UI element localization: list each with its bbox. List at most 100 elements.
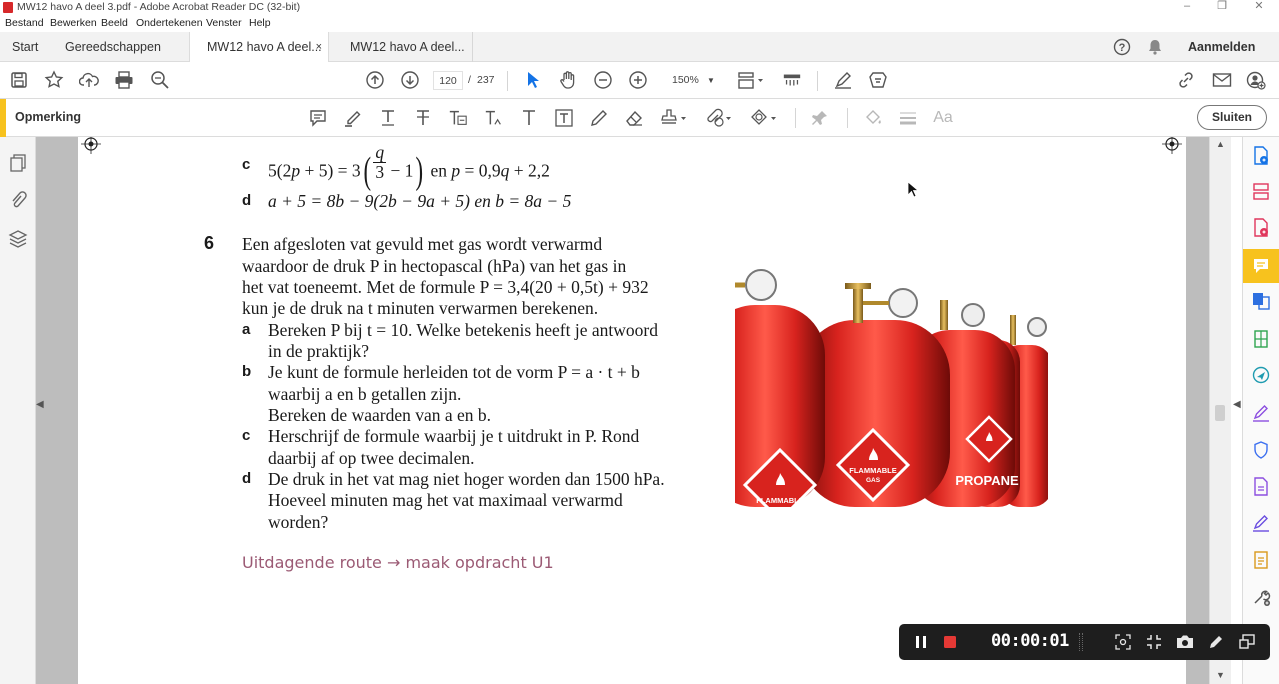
maximize-button[interactable]: ❐ (1205, 0, 1239, 15)
cloud-upload-icon[interactable] (79, 70, 99, 90)
q6-line: kun je de druk na t minuten verwarmen be… (242, 298, 599, 318)
stop-record-icon[interactable] (940, 632, 960, 652)
line-weight-icon[interactable] (898, 108, 918, 128)
zoom-level-select[interactable]: 150% (672, 71, 699, 90)
collapse-right-pane-icon[interactable]: ◀ (1233, 399, 1241, 410)
page-total: 237 (477, 74, 495, 86)
insert-text-icon[interactable] (484, 108, 504, 128)
highlight-pen-icon[interactable] (343, 108, 363, 128)
comment-tool-icon[interactable] (1251, 256, 1271, 276)
acrobat-app-icon (3, 2, 13, 13)
tab-close-icon[interactable]: × (316, 32, 322, 62)
tab-document-active[interactable]: MW12 havo A deel... × (189, 32, 329, 63)
fill-color-icon[interactable] (863, 108, 883, 128)
help-icon[interactable]: ? (1113, 38, 1131, 56)
layers-icon[interactable] (8, 229, 28, 249)
create-pdf-icon[interactable] (1251, 218, 1271, 238)
share-link-icon[interactable] (1176, 70, 1196, 90)
bookmark-star-icon[interactable] (44, 70, 64, 90)
scrollbar-thumb[interactable] (1215, 405, 1225, 421)
hand-tool-icon[interactable] (558, 70, 578, 90)
fullscreen-exit-icon[interactable] (1144, 632, 1164, 652)
pause-icon[interactable] (911, 632, 931, 652)
fill-and-sign-icon[interactable] (1251, 403, 1271, 423)
minimize-button[interactable]: – (1170, 0, 1204, 15)
scroll-up-icon[interactable]: ▲ (1216, 139, 1225, 149)
edit-pdf-icon[interactable] (1251, 477, 1271, 497)
protect-shield-icon[interactable] (1251, 440, 1271, 460)
menu-item-help[interactable]: Help (249, 17, 271, 29)
svg-text:?: ? (1119, 42, 1126, 54)
next-page-icon[interactable] (400, 70, 420, 90)
minimize-recorder-icon[interactable] (1237, 632, 1257, 652)
document-view[interactable]: ◀ c 5(2p + 5) = 3(q 3 − 1) en p = 0,9q + … (36, 137, 1209, 684)
shapes-icon[interactable] (750, 108, 778, 128)
sign-pen-icon[interactable] (833, 70, 853, 90)
attachments-paperclip-icon[interactable] (8, 190, 28, 210)
zoom-dropdown-chevron-icon[interactable]: ▼ (707, 71, 715, 90)
vertical-scrollbar[interactable]: ▲ ▼ (1209, 137, 1231, 684)
text-properties-icon[interactable]: Aa (933, 108, 953, 128)
export-excel-icon[interactable] (1251, 329, 1271, 349)
search-zoom-icon[interactable] (150, 70, 170, 90)
close-comment-button[interactable]: Sluiten (1197, 105, 1267, 130)
previous-page-icon[interactable] (365, 70, 385, 90)
page-number-input[interactable]: 120 (433, 71, 463, 90)
underline-text-icon[interactable] (378, 108, 398, 128)
notification-bell-icon[interactable] (1146, 38, 1164, 56)
tab-divider (472, 32, 473, 62)
pencil-draw-icon[interactable] (589, 108, 609, 128)
page-display-icon[interactable] (737, 70, 765, 90)
sign-in-button[interactable]: Aanmelden (1188, 32, 1255, 62)
close-window-button[interactable]: ✕ (1242, 0, 1276, 15)
export-pdf-icon[interactable] (1251, 146, 1271, 166)
eraser-icon[interactable] (624, 108, 644, 128)
replace-text-icon[interactable] (448, 108, 468, 128)
comment-toolbar: Opmerking Aa Sluiten (0, 99, 1279, 137)
tab-document-2[interactable]: MW12 havo A deel... (350, 32, 465, 62)
recording-timer: 00:00:01 (991, 631, 1069, 651)
request-signatures-icon[interactable] (1251, 513, 1271, 533)
gas-cylinders-image: FLAMMABLE GAS PROPANE FLAMMABLE (735, 245, 1048, 507)
strikethrough-text-icon[interactable] (413, 108, 433, 128)
tab-bar: Start Gereedschappen MW12 havo A deel...… (0, 32, 1279, 63)
pin-icon[interactable] (810, 108, 830, 128)
text-box-icon[interactable] (554, 108, 574, 128)
select-cursor-icon[interactable] (523, 70, 543, 90)
screen-recorder-bar: 00:00:01 (899, 624, 1270, 660)
email-icon[interactable] (1212, 70, 1232, 90)
attach-file-icon[interactable] (705, 108, 733, 128)
camera-icon[interactable] (1175, 632, 1195, 652)
menu-item-beeld[interactable]: Beeld (101, 17, 128, 29)
more-tools-icon[interactable] (1251, 587, 1271, 607)
pdf-page[interactable]: c 5(2p + 5) = 3(q 3 − 1) en p = 0,9q + 2,… (78, 137, 1186, 684)
send-for-review-icon[interactable] (1251, 365, 1271, 385)
sticky-note-icon[interactable] (308, 108, 328, 128)
region-capture-icon[interactable] (1113, 632, 1133, 652)
menu-item-bewerken[interactable]: Bewerken (50, 17, 97, 29)
zoom-in-icon[interactable] (628, 70, 648, 90)
prepare-form-icon[interactable] (1251, 550, 1271, 570)
scroll-mode-icon[interactable] (782, 70, 802, 90)
draw-pen-icon[interactable] (1206, 632, 1226, 652)
zoom-out-icon[interactable] (593, 70, 613, 90)
combine-files-icon[interactable] (1251, 291, 1271, 311)
add-text-comment-icon[interactable] (519, 108, 539, 128)
fill-sign-icon[interactable] (868, 70, 888, 90)
add-user-icon[interactable] (1246, 70, 1266, 90)
page-thumbnails-icon[interactable] (8, 153, 28, 173)
toolbar-divider (507, 71, 508, 91)
organize-pages-icon[interactable] (1251, 182, 1271, 202)
save-icon[interactable] (9, 70, 29, 90)
scroll-down-icon[interactable]: ▼ (1216, 670, 1225, 680)
drag-handle[interactable] (1079, 633, 1083, 651)
menu-item-bestand[interactable]: Bestand (5, 17, 44, 29)
menu-item-venster[interactable]: Venster (206, 17, 242, 29)
tab-start[interactable]: Start (12, 32, 38, 62)
tab-tools[interactable]: Gereedschappen (65, 32, 161, 62)
comment-toolbar-title: Opmerking (15, 110, 81, 124)
menu-item-ondertekenen[interactable]: Ondertekenen (136, 17, 203, 29)
print-icon[interactable] (114, 70, 134, 90)
collapse-left-pane-icon[interactable]: ◀ (36, 399, 48, 419)
stamp-icon[interactable] (660, 108, 688, 128)
